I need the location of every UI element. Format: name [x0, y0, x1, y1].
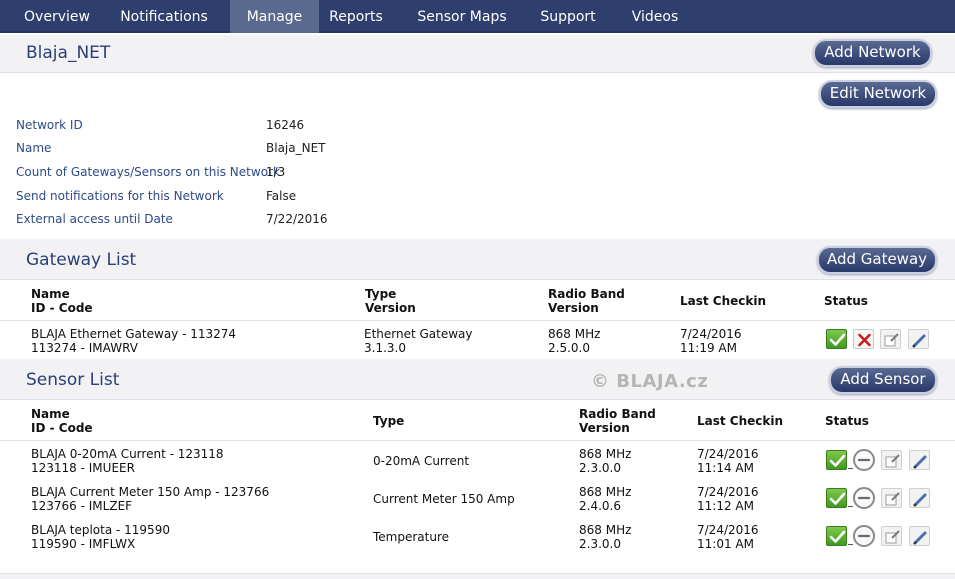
- pencil-icon[interactable]: [909, 526, 930, 546]
- col-status: Status: [825, 414, 869, 428]
- sensor-radio-version: 2.3.0.0: [579, 537, 621, 551]
- sensor-table-header: Name ID - Code Type Radio Band Version L…: [0, 401, 955, 441]
- sensor-id-code: 123766 - IMLZEF: [31, 499, 133, 513]
- detail-label-network-id: Network ID: [16, 118, 83, 132]
- col-version: Version: [365, 301, 416, 315]
- detail-value-notifications: False: [266, 189, 297, 203]
- sensor-checkin-time: 11:12 AM: [697, 499, 754, 513]
- col-id-code: ID - Code: [31, 301, 93, 315]
- gateway-list-title: Gateway List: [26, 250, 137, 270]
- gateway-table-header: Name ID - Code Type Version Radio Band V…: [0, 281, 955, 321]
- nav-notifications[interactable]: Notifications: [112, 0, 216, 33]
- detail-value-name: Blaja_NET: [266, 141, 326, 155]
- detail-label-notifications: Send notifications for this Network: [16, 189, 224, 203]
- sensor-checkin-date: 7/24/2016: [697, 523, 759, 537]
- gateway-version: 3.1.3.0: [364, 341, 406, 355]
- col-type: Type: [373, 414, 405, 428]
- col-radio-version: Version: [579, 421, 630, 435]
- sensor-radio-version: 2.3.0.0: [579, 461, 621, 475]
- nav-sensor-maps[interactable]: Sensor Maps: [408, 0, 516, 33]
- add-sensor-button[interactable]: Add Sensor: [829, 366, 937, 394]
- sensor-name[interactable]: BLAJA Current Meter 150 Amp - 123766: [31, 485, 269, 499]
- checkmark-icon[interactable]: [826, 450, 847, 470]
- gateway-radio-band: 868 MHz: [548, 327, 601, 341]
- detail-value-external-access: 7/22/2016: [266, 212, 328, 226]
- gateway-id-code: 113274 - IMAWRV: [31, 341, 138, 355]
- sensor-type: Current Meter 150 Amp: [373, 492, 515, 506]
- col-name: Name: [31, 407, 70, 421]
- sensor-checkin-time: 11:14 AM: [697, 461, 754, 475]
- sensor-radio-band: 868 MHz: [579, 447, 632, 461]
- minus-circle-icon[interactable]: [853, 449, 875, 471]
- add-gateway-button[interactable]: Add Gateway: [817, 246, 937, 274]
- col-radio-band: Radio Band: [548, 287, 625, 301]
- bottom-band: [0, 573, 955, 579]
- sensor-checkin-date: 7/24/2016: [697, 447, 759, 461]
- nav-videos[interactable]: Videos: [624, 0, 686, 33]
- nav-manage[interactable]: Manage: [230, 0, 319, 33]
- edit-network-button[interactable]: Edit Network: [819, 80, 937, 108]
- sensor-radio-band: 868 MHz: [579, 485, 632, 499]
- detail-label-external-access: External access until Date: [16, 212, 173, 226]
- sensor-list-band: Sensor List: [0, 359, 955, 400]
- top-nav: Overview Notifications Manage Reports Se…: [0, 0, 955, 33]
- detail-value-count: 1/3: [266, 165, 286, 179]
- detail-label-count: Count of Gateways/Sensors on this Networ…: [16, 165, 280, 179]
- col-name: Name: [31, 287, 70, 301]
- sensor-list-title: Sensor List: [26, 370, 120, 390]
- checkmark-icon[interactable]: [826, 329, 847, 349]
- col-last-checkin: Last Checkin: [697, 414, 784, 428]
- gateway-checkin-date: 7/24/2016: [680, 327, 742, 341]
- sensor-name[interactable]: BLAJA teplota - 119590: [31, 523, 170, 537]
- minus-circle-icon[interactable]: [853, 487, 875, 509]
- col-id-code: ID - Code: [31, 421, 93, 435]
- separator-mark: [848, 506, 853, 507]
- col-last-checkin: Last Checkin: [680, 294, 767, 308]
- network-title: Blaja_NET: [26, 43, 111, 63]
- sensor-id-code: 123118 - IMUEER: [31, 461, 135, 475]
- separator-mark: [848, 468, 853, 469]
- red-x-icon[interactable]: [853, 329, 874, 349]
- detail-value-network-id: 16246: [266, 118, 305, 132]
- checkmark-icon[interactable]: [826, 488, 847, 508]
- watermark: © BLAJA.cz: [591, 371, 709, 392]
- edit-settings-icon[interactable]: [881, 526, 902, 546]
- checkmark-icon[interactable]: [826, 526, 847, 546]
- gateway-list-band: Gateway List: [0, 239, 955, 280]
- add-network-button[interactable]: Add Network: [813, 39, 932, 67]
- sensor-checkin-date: 7/24/2016: [697, 485, 759, 499]
- pencil-icon[interactable]: [909, 488, 930, 508]
- gateway-type: Ethernet Gateway: [364, 327, 473, 341]
- sensor-radio-version: 2.4.0.6: [579, 499, 621, 513]
- pencil-icon[interactable]: [908, 329, 929, 349]
- col-radio-band: Radio Band: [579, 407, 656, 421]
- nav-overview[interactable]: Overview: [14, 0, 100, 33]
- col-type: Type: [365, 287, 397, 301]
- gateway-checkin-time: 11:19 AM: [680, 341, 737, 355]
- sensor-checkin-time: 11:01 AM: [697, 537, 754, 551]
- sensor-id-code: 119590 - IMFLWX: [31, 537, 136, 551]
- gateway-name[interactable]: BLAJA Ethernet Gateway - 113274: [31, 327, 236, 341]
- sensor-type: Temperature: [373, 530, 450, 544]
- edit-settings-icon[interactable]: [881, 488, 902, 508]
- nav-support[interactable]: Support: [530, 0, 606, 33]
- nav-reports[interactable]: Reports: [320, 0, 392, 33]
- gateway-radio-version: 2.5.0.0: [548, 341, 590, 355]
- network-header-band: Blaja_NET: [0, 35, 955, 73]
- pencil-icon[interactable]: [909, 450, 930, 470]
- separator-mark: [848, 544, 853, 545]
- sensor-type: 0-20mA Current: [373, 454, 470, 468]
- edit-settings-icon[interactable]: [881, 450, 902, 470]
- sensor-radio-band: 868 MHz: [579, 523, 632, 537]
- col-radio-version: Version: [548, 301, 599, 315]
- minus-circle-icon[interactable]: [853, 525, 875, 547]
- sensor-name[interactable]: BLAJA 0-20mA Current - 123118: [31, 447, 224, 461]
- edit-settings-icon[interactable]: [880, 329, 901, 349]
- detail-label-name: Name: [16, 141, 52, 155]
- col-status: Status: [824, 294, 868, 308]
